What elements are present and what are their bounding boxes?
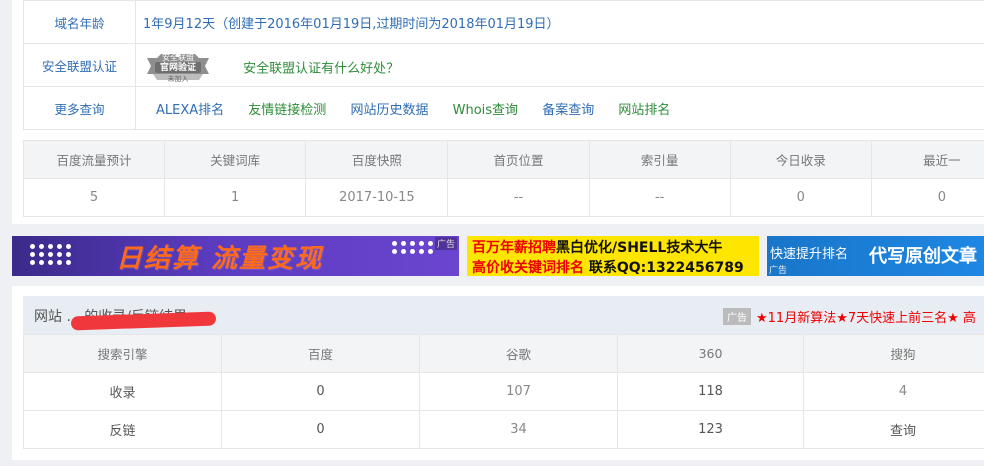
recent-value[interactable]: 0 — [870, 178, 984, 217]
results-header: 搜狗 — [803, 334, 984, 373]
homepage-position-value: -- — [447, 178, 590, 217]
stats-header: 首页位置 — [447, 140, 590, 179]
table-row: 反链 0 34 123 查询 — [23, 410, 984, 449]
stats-header: 百度流量预计 — [22, 140, 166, 179]
results-promo-link[interactable]: ★11月新算法★7天快速上前三名★ 高 — [756, 307, 976, 326]
site-history-link[interactable]: 网站历史数据 — [350, 99, 428, 118]
today-indexed-value: 0 — [729, 178, 872, 217]
more-query-links: ALEXA排名 友情链接检测 网站历史数据 Whois查询 备案查询 网站排名 — [135, 86, 984, 130]
index-count-value: -- — [588, 178, 731, 217]
stats-header: 最近一 — [870, 140, 984, 179]
sogou-indexed-value: 4 — [803, 372, 984, 411]
friend-link-check-link[interactable]: 友情链接检测 — [248, 99, 326, 118]
ad-banner-recruit[interactable]: 百万年薪招聘黑白优化/SHELL技术大牛 高价收关键词排名 联系QQ:13224… — [467, 236, 759, 276]
baidu-snapshot-value: 2017-10-15 — [305, 178, 449, 217]
google-indexed-value: 107 — [419, 372, 618, 411]
stats-header: 今日收录 — [729, 140, 872, 179]
stats-value-row: 5 1 2017-10-15 -- -- 0 0 — [22, 178, 984, 217]
more-query-label: 更多查询 — [23, 86, 136, 130]
site-info-panel: 域名年龄 1年9月12天（创建于2016年01月19日,过期时间为2018年01… — [12, 0, 984, 224]
domain-age-value: 1年9月12天（创建于2016年01月19日,过期时间为2018年01月19日） — [135, 0, 984, 44]
site-info-table: 域名年龄 1年9月12天（创建于2016年01月19日,过期时间为2018年01… — [23, 0, 984, 130]
badge-bottom-text: 未加入 — [167, 74, 189, 83]
security-benefit-link[interactable]: 安全联盟认证有什么好处？ — [243, 61, 399, 76]
stats-header: 关键词库 — [164, 140, 307, 179]
stats-table: 百度流量预计 关键词库 百度快照 首页位置 索引量 今日收录 最近一 5 1 2… — [22, 140, 984, 217]
index-results-panel: 网站 ... 的收录/反链结果 广告 ★11月新算法★7天快速上前三名★ 高 搜… — [12, 286, 984, 460]
results-header: 百度 — [221, 334, 420, 373]
domain-age-row: 域名年龄 1年9月12天（创建于2016年01月19日,过期时间为2018年01… — [23, 0, 984, 44]
results-header: 搜索引擎 — [23, 334, 222, 373]
results-header-row: 搜索引擎 百度 谷歌 360 搜狗 — [23, 334, 984, 373]
ad2-line2: 高价收关键词排名 联系QQ:1322456789 — [472, 260, 744, 276]
row-label: 反链 — [23, 410, 222, 449]
baidu-traffic-value[interactable]: 5 — [22, 178, 166, 217]
more-query-row: 更多查询 ALEXA排名 友情链接检测 网站历史数据 Whois查询 备案查询 … — [23, 86, 984, 130]
domain-age-label: 域名年龄 — [23, 0, 136, 44]
google-backlink-value: 34 — [419, 410, 618, 449]
sogou-query-link[interactable]: 查询 — [803, 410, 984, 449]
stats-header-row: 百度流量预计 关键词库 百度快照 首页位置 索引量 今日收录 最近一 — [22, 140, 984, 179]
ad2-line1: 百万年薪招聘黑白优化/SHELL技术大牛 — [472, 240, 723, 256]
results-header: 谷歌 — [419, 334, 618, 373]
security-label: 安全联盟认证 — [23, 43, 136, 87]
baidu-indexed-value[interactable]: 0 — [221, 372, 420, 411]
results-ad-tag: 广告 — [723, 308, 751, 325]
360-indexed-value[interactable]: 118 — [617, 372, 804, 411]
ad3-big-text: 代写原创文章 — [869, 246, 977, 267]
dots-decoration-icon — [30, 244, 72, 265]
stats-header: 索引量 — [588, 140, 731, 179]
stats-header: 百度快照 — [305, 140, 449, 179]
results-table: 搜索引擎 百度 谷歌 360 搜狗 收录 0 107 118 4 反链 0 34… — [23, 334, 984, 449]
whois-query-link[interactable]: Whois查询 — [453, 99, 518, 118]
badge-mid-text: 官网验证 — [159, 62, 196, 73]
ad3-small-text: 快速提升排名 — [770, 247, 849, 262]
ad-banner-article[interactable]: 快速提升排名 代写原创文章 广告 — [767, 236, 984, 276]
baidu-backlink-value[interactable]: 0 — [221, 410, 420, 449]
security-row: 安全联盟认证 安全联盟 官网验证 未加入 安全联盟认证有什么好处？ — [23, 43, 984, 87]
table-row: 收录 0 107 118 4 — [23, 372, 984, 411]
badge-top-text: 安全联盟 — [162, 52, 194, 62]
ad1-headline: 日结算 流量变现 — [116, 244, 324, 274]
dots-decoration-icon — [392, 241, 434, 254]
ad3-tag: 广告 — [769, 266, 788, 276]
results-header: 网站 ... 的收录/反链结果 广告 ★11月新算法★7天快速上前三名★ 高 — [23, 296, 984, 334]
360-backlink-value[interactable]: 123 — [617, 410, 804, 449]
row-label: 收录 — [23, 372, 222, 411]
keyword-count-value[interactable]: 1 — [164, 178, 307, 217]
icp-query-link[interactable]: 备案查询 — [542, 99, 594, 118]
ad-banner-settlement[interactable]: 日结算 流量变现 广告 — [12, 236, 459, 276]
ad-tag: 广告 — [434, 237, 457, 250]
security-badge-icon[interactable]: 安全联盟 官网验证 未加入 — [143, 50, 233, 84]
site-rank-link[interactable]: 网站排名 — [618, 99, 670, 118]
alexa-rank-link[interactable]: ALEXA排名 — [156, 99, 224, 118]
results-header: 360 — [617, 334, 804, 373]
